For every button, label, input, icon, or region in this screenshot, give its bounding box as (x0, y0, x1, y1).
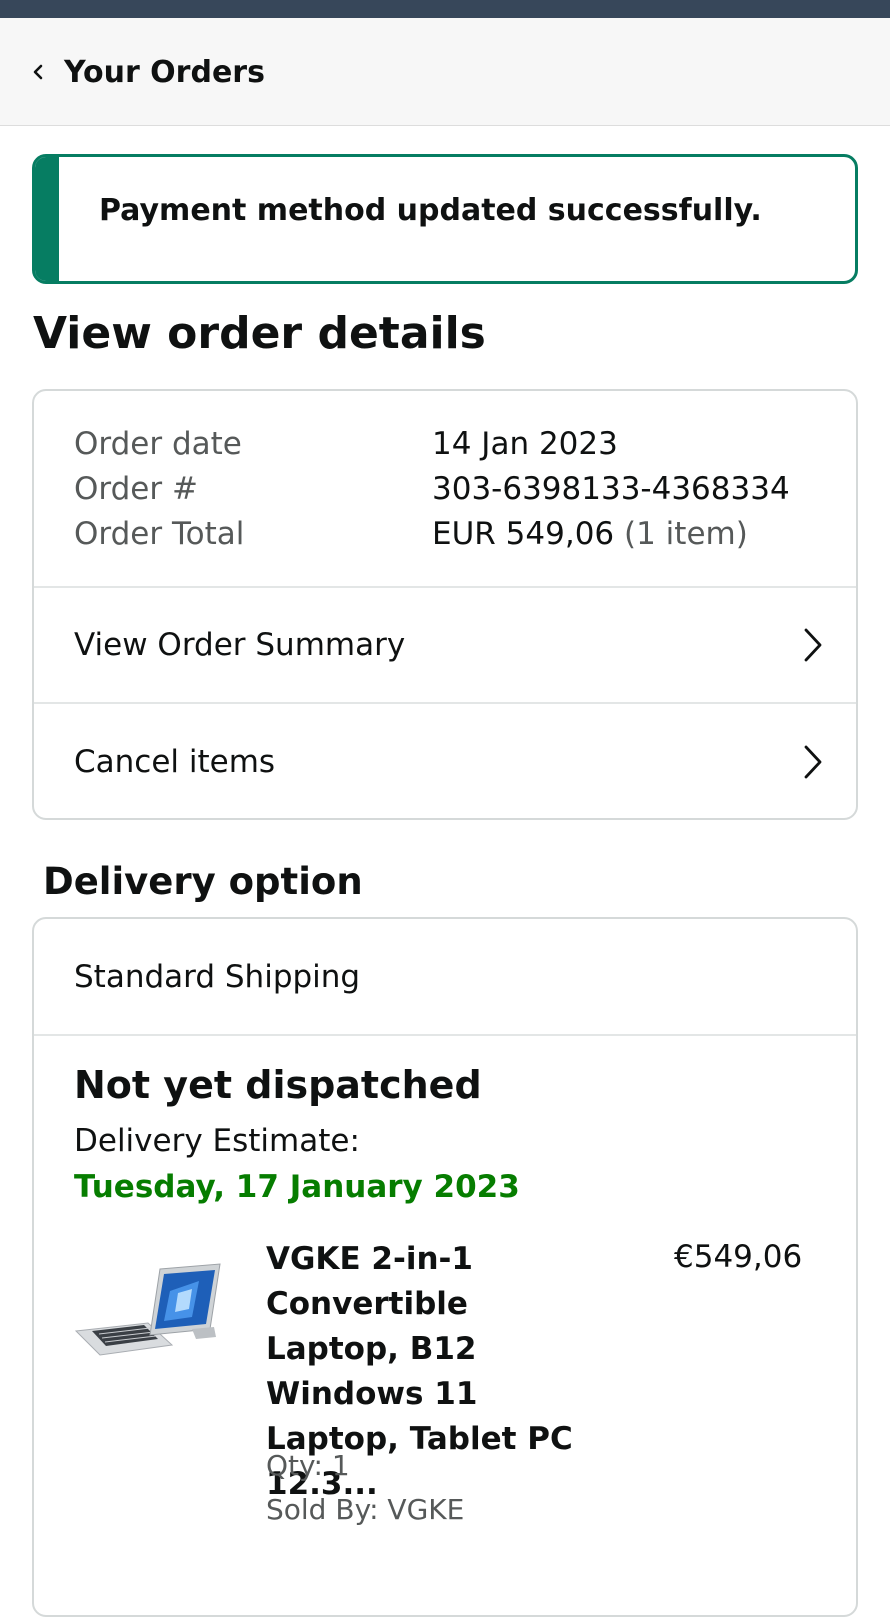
chevron-right-icon (804, 628, 822, 662)
product-seller: Sold By: VGKE (266, 1493, 465, 1526)
top-header: Your Orders (0, 18, 890, 126)
order-total-value: EUR 549,06 (432, 516, 615, 552)
product-price: €549,06 (674, 1239, 803, 1275)
delivery-estimate-date: Tuesday, 17 January 2023 (74, 1169, 520, 1205)
product-image[interactable] (74, 1259, 224, 1369)
back-to-orders-link[interactable]: Your Orders (30, 18, 265, 126)
view-order-summary-link[interactable]: View Order Summary (34, 588, 856, 704)
order-item-count: (1 item) (624, 516, 748, 552)
order-date-label: Order date (74, 426, 242, 462)
page-title: View order details (33, 308, 486, 359)
product-quantity: Qty: 1 (266, 1449, 350, 1482)
cancel-items-label: Cancel items (74, 744, 276, 780)
order-details-card: Order date 14 Jan 2023 Order # 303-63981… (32, 389, 858, 820)
order-info: Order date 14 Jan 2023 Order # 303-63981… (34, 391, 856, 588)
cancel-items-link[interactable]: Cancel items (34, 704, 856, 818)
order-total-label: Order Total (74, 516, 245, 552)
delivery-estimate-label: Delivery Estimate: (74, 1123, 360, 1159)
order-number-label: Order # (74, 471, 198, 507)
chevron-left-icon (33, 64, 43, 80)
delivery-section-title: Delivery option (43, 860, 363, 903)
shipment-status: Not yet dispatched (74, 1063, 482, 1107)
status-bar (0, 0, 890, 18)
alert-accent-bar (35, 157, 59, 281)
view-order-summary-label: View Order Summary (74, 627, 406, 663)
chevron-right-icon (804, 745, 822, 779)
success-alert: Payment method updated successfully. (32, 154, 858, 284)
delivery-card: Standard Shipping Not yet dispatched Del… (32, 917, 858, 1617)
order-date-value: 14 Jan 2023 (432, 426, 618, 462)
alert-message: Payment method updated successfully. (99, 193, 762, 228)
order-total-value-group: EUR 549,06 (1 item) (432, 512, 748, 556)
back-link-label: Your Orders (64, 54, 265, 90)
order-number-value: 303-6398133-4368334 (432, 471, 790, 507)
shipping-method: Standard Shipping (34, 919, 856, 1036)
